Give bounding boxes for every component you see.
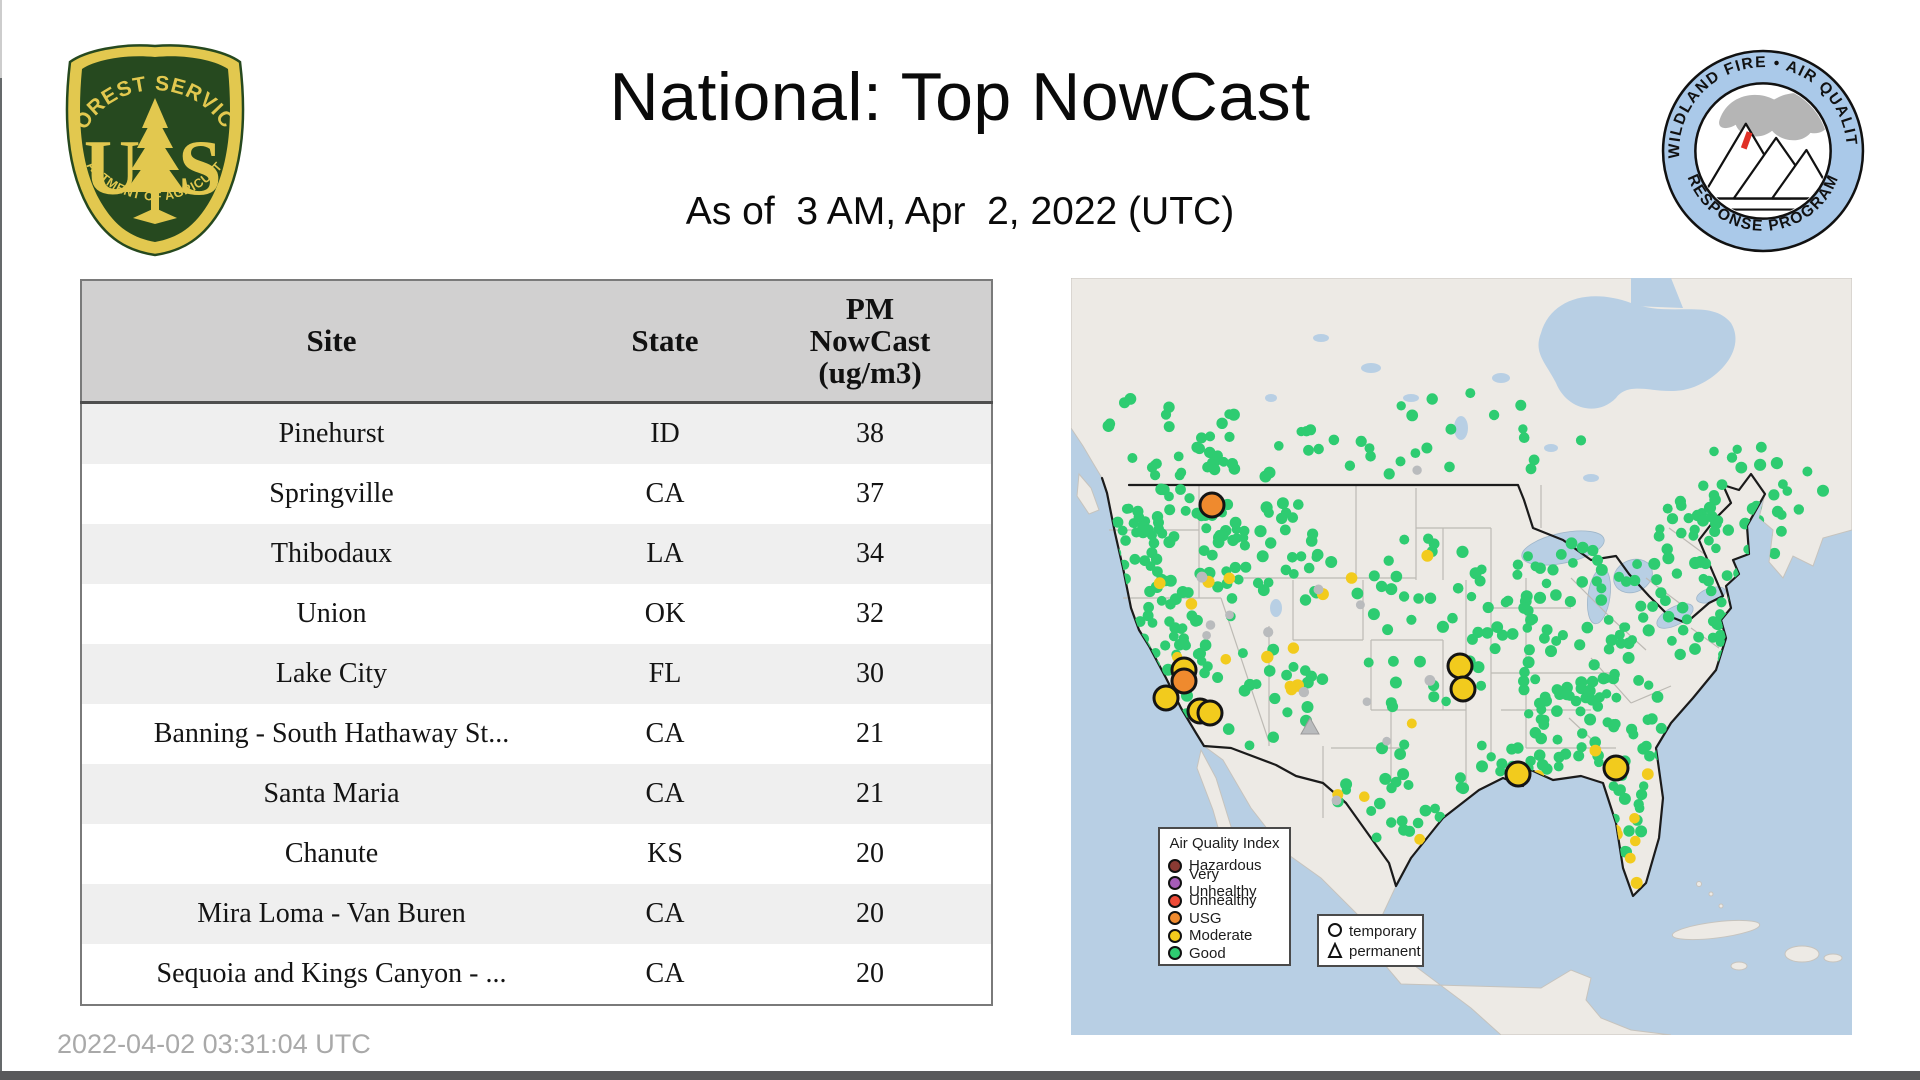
state-cell: ID — [581, 402, 749, 464]
legend-color-dot — [1168, 858, 1182, 873]
site-cell: Chanute — [81, 824, 581, 884]
table-row: Union OK 32 — [81, 584, 992, 644]
col-state: State — [581, 280, 749, 404]
bottom-bar — [0, 1071, 1920, 1080]
table-row: Lake City FL 30 — [81, 644, 992, 704]
state-cell: CA — [581, 764, 749, 824]
legend-item: permanent — [1327, 941, 1421, 961]
value-cell: 38 — [749, 402, 992, 464]
site-marker — [1198, 491, 1226, 519]
state-cell: CA — [581, 884, 749, 944]
usfs-letter-u: U — [84, 124, 140, 211]
table-row: Sequoia and Kings Canyon - ... CA 20 — [81, 944, 992, 1005]
legend-label: USG — [1189, 909, 1222, 927]
legend-color-dot — [1168, 946, 1182, 961]
table-row: Pinehurst ID 38 — [81, 402, 992, 464]
site-cell: Banning - South Hathaway St... — [81, 704, 581, 764]
value-cell: 30 — [749, 644, 992, 704]
state-cell: CA — [581, 464, 749, 524]
site-cell: Union — [81, 584, 581, 644]
table-body: Pinehurst ID 38 Springville CA 37 Thibodaux LA 3… — [81, 402, 992, 1005]
legend-item: Moderate — [1168, 927, 1281, 945]
legend-item: USG — [1168, 910, 1281, 928]
col-site: Site — [81, 280, 581, 404]
left-edge-line — [0, 78, 2, 1071]
site-cell: Mira Loma - Van Buren — [81, 884, 581, 944]
aqi-legend-title: Air Quality Index — [1169, 835, 1280, 852]
table-row: Chanute KS 20 — [81, 824, 992, 884]
site-cell: Lake City — [81, 644, 581, 704]
permanent-shape-icon — [1327, 942, 1343, 958]
legend-label: temporary — [1349, 922, 1417, 940]
value-cell: 32 — [749, 584, 992, 644]
temporary-shape-icon — [1328, 923, 1342, 937]
site-marker — [1152, 684, 1180, 712]
site-marker — [1602, 754, 1630, 782]
left-edge-line — [0, 0, 2, 78]
legend-color-dot — [1168, 893, 1182, 908]
site-cell: Sequoia and Kings Canyon - ... — [81, 944, 581, 1005]
legend-label: Unhealthy — [1189, 892, 1257, 910]
value-cell: 34 — [749, 524, 992, 584]
value-cell: 37 — [749, 464, 992, 524]
site-marker — [1196, 699, 1224, 727]
value-cell: 21 — [749, 704, 992, 764]
state-cell: CA — [581, 704, 749, 764]
table-row: Thibodaux LA 34 — [81, 524, 992, 584]
page-title: National: Top NowCast — [609, 59, 1311, 135]
value-cell: 21 — [749, 764, 992, 824]
site-cell: Santa Maria — [81, 764, 581, 824]
table-header-row: Site State PM NowCast (ug/m3) — [81, 280, 992, 404]
site-marker — [1449, 675, 1477, 703]
usfs-letter-s: S — [178, 124, 221, 211]
top-sites-table: Site State PM NowCast (ug/m3) Pinehurst I… — [80, 279, 993, 1006]
site-cell: Thibodaux — [81, 524, 581, 584]
program-logo: WILDLAND FIRE • AIR QUALITY RESPONSE PRO… — [1659, 47, 1865, 253]
table-row: Santa Maria CA 21 — [81, 764, 992, 824]
legend-color-dot — [1168, 911, 1182, 926]
timestamp: 2022-04-02 03:31:04 UTC — [57, 1029, 371, 1059]
value-cell: 20 — [749, 884, 992, 944]
state-cell: OK — [581, 584, 749, 644]
table-row: Springville CA 37 — [81, 464, 992, 524]
col-pm-nowcast: PM NowCast (ug/m3) — [749, 280, 992, 404]
state-cell: CA — [581, 944, 749, 1005]
forest-service-logo: FOREST SERVICE DEPARTMENT OF AGRICULTURE… — [59, 42, 245, 257]
legend-label: Moderate — [1189, 927, 1253, 945]
site-marker — [1504, 760, 1532, 788]
aqi-legend: Air Quality Index Hazardous Very Unhealth… — [1158, 827, 1291, 966]
legend-item: Very Unhealthy — [1168, 866, 1281, 900]
site-marker — [1446, 652, 1474, 680]
site-cell: Pinehurst — [81, 402, 581, 464]
state-cell: KS — [581, 824, 749, 884]
legend-label: Good — [1189, 944, 1226, 962]
state-cell: LA — [581, 524, 749, 584]
value-cell: 20 — [749, 944, 992, 1005]
shape-legend: temporary permanent — [1317, 914, 1424, 967]
map-canvas: Air Quality Index Hazardous Very Unhealth… — [1070, 277, 1853, 1036]
legend-item: temporary — [1327, 921, 1417, 941]
table-row: Banning - South Hathaway St... CA 21 — [81, 704, 992, 764]
value-cell: 20 — [749, 824, 992, 884]
dashboard: FOREST SERVICE DEPARTMENT OF AGRICULTURE… — [0, 0, 1920, 1080]
legend-label: permanent — [1349, 942, 1421, 960]
legend-item: Good — [1168, 945, 1281, 963]
state-cell: FL — [581, 644, 749, 704]
site-cell: Springville — [81, 464, 581, 524]
legend-color-dot — [1168, 928, 1182, 943]
legend-color-dot — [1168, 876, 1182, 891]
page-subtitle: As of 3 AM, Apr 2, 2022 (UTC) — [685, 190, 1235, 233]
table-row: Mira Loma - Van Buren CA 20 — [81, 884, 992, 944]
